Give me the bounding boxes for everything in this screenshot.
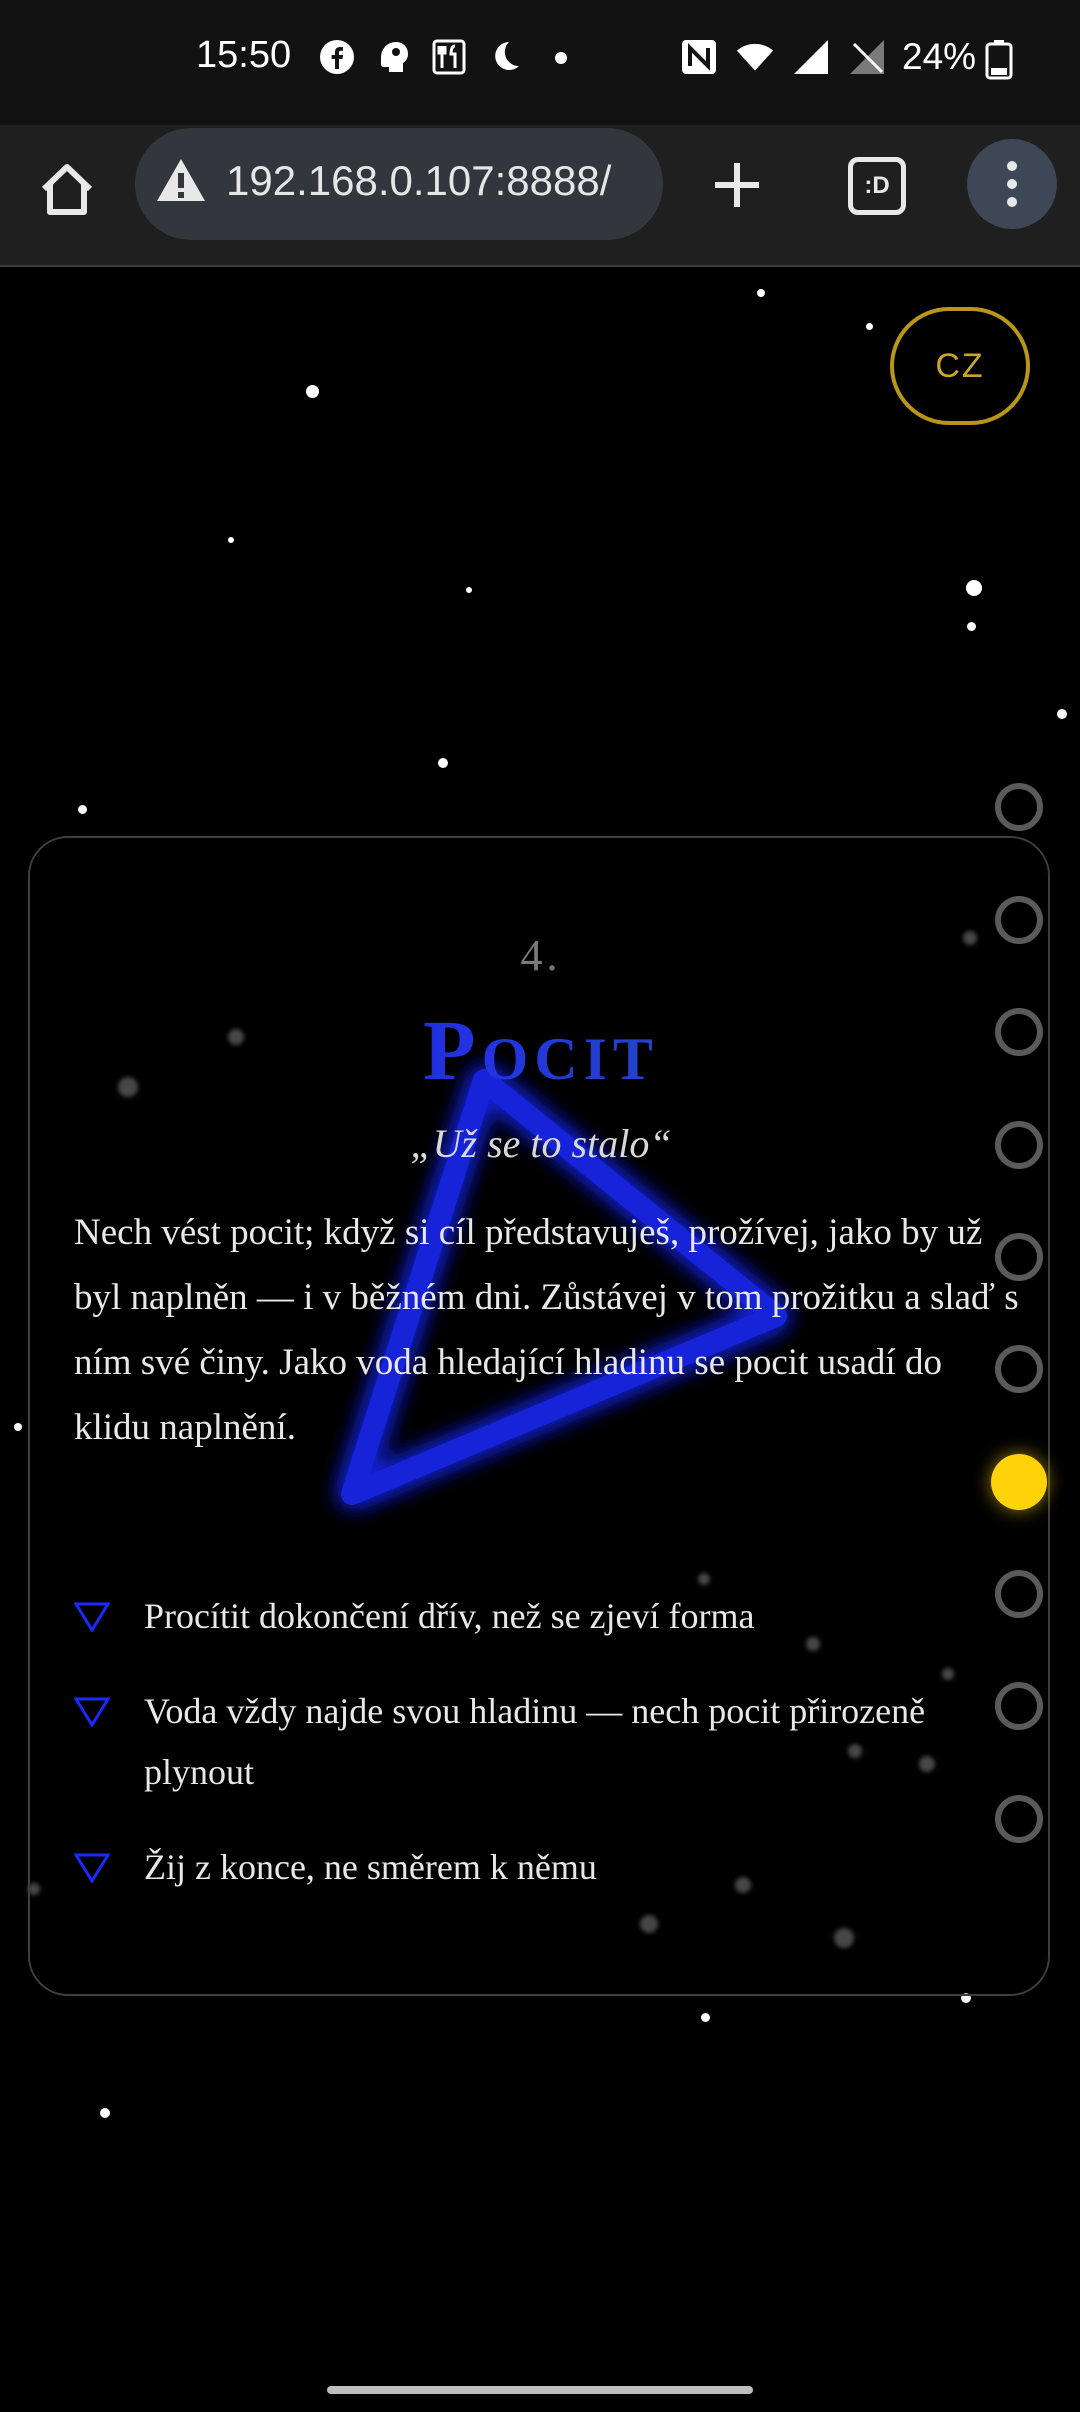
star — [967, 622, 976, 631]
star — [228, 537, 234, 543]
bullet-text: Žij z konce, ne směrem k němu — [144, 1847, 597, 1887]
menu-dot-icon — [1007, 179, 1017, 189]
section-nav-dot[interactable] — [995, 1795, 1043, 1843]
url-text[interactable]: 192.168.0.107:8888/ — [226, 157, 611, 205]
assistant-icon — [374, 38, 412, 76]
new-tab-button[interactable] — [707, 155, 767, 215]
section-nav-dot[interactable] — [995, 1682, 1043, 1730]
menu-dot-icon — [1007, 161, 1017, 171]
step-card: 4. Pocit „Už se to stalo“ Nech vést poci… — [28, 836, 1050, 1996]
step-description: Nech vést pocit; když si cíl představuje… — [74, 1212, 1019, 1448]
star — [1057, 709, 1067, 719]
bullet-item: Voda vždy najde svou hladinu — nech poci… — [74, 1681, 1014, 1803]
section-nav-dot[interactable] — [995, 1008, 1043, 1056]
gesture-home-indicator[interactable] — [327, 2386, 753, 2394]
status-time: 15:50 — [196, 34, 292, 76]
section-nav-dot[interactable] — [995, 896, 1043, 944]
bullet-item: Procítit dokončení dřív, než se zjeví fo… — [74, 1586, 1014, 1647]
star — [14, 1423, 22, 1431]
night-icon — [486, 38, 524, 76]
signal-icon — [792, 38, 830, 76]
status-bar: 15:50 24% — [0, 0, 1080, 125]
triangle-bullet-icon — [74, 1853, 110, 1883]
language-toggle-button[interactable]: CZ — [890, 307, 1030, 425]
triangle-bullet-icon — [74, 1697, 110, 1727]
step-title: Pocit — [30, 1000, 1052, 1100]
star — [701, 2013, 710, 2022]
section-nav-dot[interactable] — [995, 1233, 1043, 1281]
star — [757, 289, 765, 297]
triangle-bullet-icon — [74, 1602, 110, 1632]
bullet-list: Procítit dokončení dřív, než se zjeví fo… — [74, 1586, 1014, 1898]
home-button[interactable] — [34, 157, 100, 223]
dot-icon — [542, 38, 580, 76]
star — [100, 2108, 110, 2118]
facebook-icon — [318, 38, 356, 76]
notification-icons — [318, 38, 580, 76]
star — [438, 758, 448, 768]
star — [866, 323, 873, 330]
plus-icon — [715, 163, 759, 207]
tab-switcher-button[interactable]: :D — [848, 157, 906, 215]
nfc-icon — [680, 38, 718, 76]
warning-icon[interactable] — [155, 157, 207, 210]
step-subtitle: „Už se to stalo“ — [410, 1121, 672, 1166]
star — [306, 385, 319, 398]
star — [966, 580, 982, 596]
system-icons — [680, 38, 886, 76]
section-nav-dot[interactable] — [995, 1121, 1043, 1169]
section-nav-dot-active[interactable] — [991, 1454, 1047, 1510]
restaurant-icon — [430, 38, 468, 76]
battery-percent: 24% — [902, 36, 977, 77]
menu-dot-icon — [1007, 197, 1017, 207]
page-content: CZ 4. Pocit „Už se to stalo“ Nech vést p… — [0, 267, 1080, 2412]
star — [78, 805, 87, 814]
section-nav-dot[interactable] — [995, 783, 1043, 831]
star — [466, 587, 472, 593]
section-nav-dot[interactable] — [995, 1345, 1043, 1393]
wifi-icon — [736, 38, 774, 76]
bullet-text: Procítit dokončení dřív, než se zjeví fo… — [144, 1596, 755, 1636]
bullet-item: Žij z konce, ne směrem k němu — [74, 1837, 1014, 1898]
menu-button[interactable] — [967, 139, 1057, 229]
step-number: 4. — [520, 931, 562, 980]
battery-icon — [985, 40, 1013, 85]
browser-toolbar: 192.168.0.107:8888/ :D — [0, 125, 1080, 267]
home-icon — [41, 164, 93, 215]
bullet-text: Voda vždy najde svou hladinu — nech poci… — [144, 1691, 926, 1792]
section-nav-dot[interactable] — [995, 1570, 1043, 1618]
no-signal-icon — [848, 38, 886, 76]
